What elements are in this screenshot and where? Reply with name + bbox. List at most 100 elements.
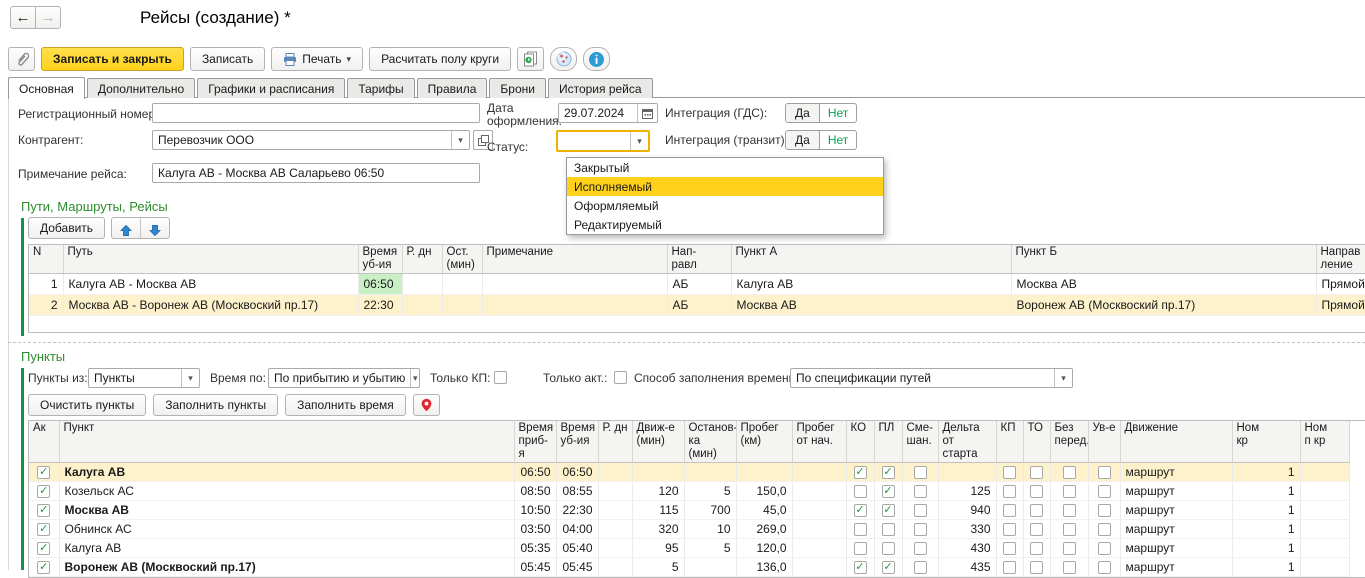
checkbox[interactable] xyxy=(1098,542,1111,555)
globe-button[interactable] xyxy=(550,47,577,71)
column-header-mix[interactable]: Сме- шан. xyxy=(902,421,938,463)
checkbox[interactable] xyxy=(854,542,867,555)
contractor-combobox[interactable]: Перевозчик ООО ▾ xyxy=(152,130,470,150)
chevron-down-icon[interactable]: ▾ xyxy=(630,132,648,150)
table-row[interactable]: 1Калуга АВ - Москва АВ06:50АБКалуга АВМо… xyxy=(29,274,1365,295)
checkbox[interactable] xyxy=(914,466,927,479)
checkbox[interactable] xyxy=(1098,504,1111,517)
calc-half-circles-button[interactable]: Расчитать полу круги xyxy=(369,47,511,71)
table-row[interactable]: 2Москва АВ - Воронеж АВ (Москвоский пр.1… xyxy=(29,295,1365,316)
checkbox[interactable]: ✓ xyxy=(882,504,895,517)
column-header-nompkr[interactable]: Ном п кр xyxy=(1300,421,1349,463)
tab-3[interactable]: Графики и расписания xyxy=(197,78,345,98)
column-header-ost[interactable]: Ост. (мин) xyxy=(442,245,482,274)
checkbox[interactable] xyxy=(1098,523,1111,536)
status-option[interactable]: Исполняемый xyxy=(567,177,883,196)
checkbox[interactable]: ✓ xyxy=(37,504,50,517)
status-option[interactable]: Редактируемый xyxy=(567,215,883,234)
tab-1[interactable]: Основная xyxy=(8,77,85,99)
back-button[interactable]: ← xyxy=(10,6,36,29)
column-header-uve[interactable]: Ув-е xyxy=(1088,421,1120,463)
table-row[interactable]: ✓Обнинск АС03:5004:0032010269,0330маршру… xyxy=(29,520,1349,539)
checkbox[interactable] xyxy=(1098,466,1111,479)
only-kp-checkbox[interactable] xyxy=(494,371,507,384)
only-active-checkbox[interactable] xyxy=(614,371,627,384)
checkbox[interactable] xyxy=(1098,485,1111,498)
column-header-bez[interactable]: Без перед. xyxy=(1050,421,1088,463)
column-header-point[interactable]: Пункт xyxy=(59,421,514,463)
checkbox[interactable]: ✓ xyxy=(37,523,50,536)
column-header-ak[interactable]: Ак xyxy=(29,421,59,463)
tab-6[interactable]: Брони xyxy=(489,78,546,98)
column-header-path[interactable]: Путь xyxy=(63,245,358,274)
time-fill-method-combobox[interactable]: По спецификации путей ▾ xyxy=(790,368,1073,388)
reg-number-input[interactable] xyxy=(152,103,480,123)
checkbox[interactable] xyxy=(1003,504,1016,517)
checkbox[interactable] xyxy=(1003,542,1016,555)
column-header-dep[interactable]: Время уб-ия xyxy=(556,421,598,463)
chevron-down-icon[interactable]: ▾ xyxy=(1054,369,1072,387)
checkbox[interactable] xyxy=(1003,485,1016,498)
checkbox[interactable] xyxy=(1030,542,1043,555)
checkbox[interactable] xyxy=(914,504,927,517)
status-option[interactable]: Закрытый xyxy=(567,158,883,177)
checkbox[interactable] xyxy=(1030,485,1043,498)
tab-2[interactable]: Дополнительно xyxy=(87,78,195,98)
tab-7[interactable]: История рейса xyxy=(548,78,653,98)
chevron-down-icon[interactable]: ▾ xyxy=(451,131,469,149)
tab-5[interactable]: Правила xyxy=(417,78,488,98)
column-header-dep[interactable]: Время уб-ия xyxy=(358,245,402,274)
checkbox[interactable] xyxy=(1098,561,1111,574)
column-header-move[interactable]: Движ-е (мин) xyxy=(632,421,684,463)
column-header-b[interactable]: Пункт Б xyxy=(1011,245,1316,274)
checkbox[interactable] xyxy=(914,523,927,536)
checkbox[interactable]: ✓ xyxy=(37,542,50,555)
column-header-dir[interactable]: Направ ление xyxy=(1316,245,1365,274)
transit-yes-button[interactable]: Да xyxy=(786,131,820,149)
date-input[interactable]: 29.07.2024 xyxy=(558,103,658,123)
status-option[interactable]: Оформляемый xyxy=(567,196,883,215)
checkbox[interactable] xyxy=(1063,561,1076,574)
print-button[interactable]: Печать ▾ xyxy=(271,47,363,71)
column-header-rdn[interactable]: Р. дн xyxy=(402,245,442,274)
checkbox[interactable] xyxy=(1003,523,1016,536)
checkbox[interactable]: ✓ xyxy=(882,466,895,479)
checkbox[interactable] xyxy=(1030,504,1043,517)
checkbox[interactable]: ✓ xyxy=(37,485,50,498)
checkbox[interactable]: ✓ xyxy=(882,561,895,574)
checkbox[interactable] xyxy=(1063,542,1076,555)
column-header-pl[interactable]: ПЛ xyxy=(874,421,902,463)
column-header-run[interactable]: Пробег (км) xyxy=(736,421,792,463)
chevron-down-icon[interactable]: ▾ xyxy=(410,369,419,387)
column-header-kp[interactable]: КП xyxy=(996,421,1023,463)
checkbox[interactable] xyxy=(882,523,895,536)
calendar-icon[interactable] xyxy=(637,104,657,122)
checkbox[interactable] xyxy=(1063,523,1076,536)
table-row[interactable]: ✓Воронеж АВ (Москвоский пр.17)05:4505:45… xyxy=(29,558,1349,577)
transit-no-button[interactable]: Нет xyxy=(820,131,856,149)
column-header-a[interactable]: Пункт А xyxy=(731,245,1011,274)
column-header-note[interactable]: Примечание xyxy=(482,245,667,274)
forward-button[interactable]: → xyxy=(35,6,61,29)
add-route-button[interactable]: Добавить xyxy=(28,217,105,239)
table-row[interactable]: ✓Калуга АВ06:5006:50✓✓маршрут1 xyxy=(29,463,1349,482)
fill-points-button[interactable]: Заполнить пункты xyxy=(153,394,278,416)
checkbox[interactable] xyxy=(914,542,927,555)
gds-yes-button[interactable]: Да xyxy=(786,104,820,122)
column-header-n[interactable]: N xyxy=(29,245,63,274)
checkbox[interactable] xyxy=(882,542,895,555)
column-header-to[interactable]: ТО xyxy=(1023,421,1050,463)
checkbox[interactable] xyxy=(1003,561,1016,574)
chevron-down-icon[interactable]: ▾ xyxy=(181,369,199,387)
tab-4[interactable]: Тарифы xyxy=(347,78,414,98)
checkbox[interactable] xyxy=(914,561,927,574)
checkbox[interactable]: ✓ xyxy=(37,561,50,574)
column-header-stop[interactable]: Останов- ка (мин) xyxy=(684,421,736,463)
checkbox[interactable]: ✓ xyxy=(854,504,867,517)
checkbox[interactable]: ✓ xyxy=(882,485,895,498)
move-down-button[interactable] xyxy=(141,218,169,239)
gds-no-button[interactable]: Нет xyxy=(820,104,856,122)
column-header-delta[interactable]: Дельта от старта xyxy=(938,421,996,463)
table-row[interactable]: ✓Козельск АС08:5008:551205150,0✓125маршр… xyxy=(29,482,1349,501)
checkbox[interactable]: ✓ xyxy=(854,561,867,574)
